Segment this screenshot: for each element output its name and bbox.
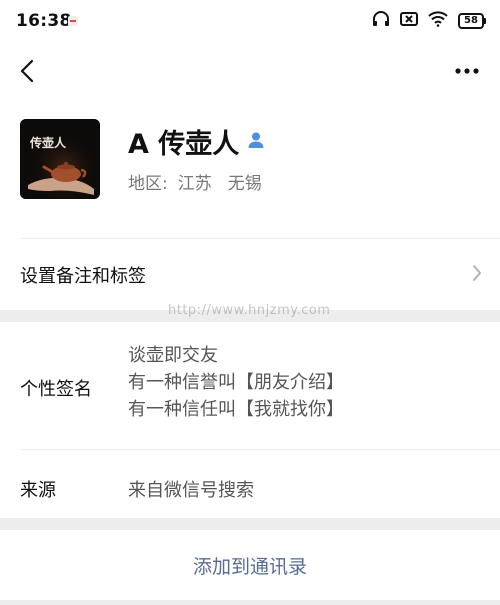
wifi-icon (428, 11, 448, 31)
more-button[interactable] (452, 56, 482, 86)
headphones-icon (372, 11, 390, 31)
add-to-contacts-button[interactable]: 添加到通讯录 (0, 530, 500, 600)
battery-level: 58 (458, 13, 484, 29)
nav-bar (0, 42, 500, 100)
signature-line: 谈壶即交友 (128, 345, 218, 366)
profile-header: 传壶人 A 传壶人 地区: 江苏 无锡 (0, 100, 500, 238)
divider (20, 449, 500, 450)
status-bar: 16:38 58 (0, 0, 500, 42)
status-icons: 58 (372, 11, 486, 31)
source-value: 来自微信号搜索 (128, 480, 254, 501)
divider (20, 238, 500, 239)
region-label: 地区: (128, 174, 168, 194)
avatar[interactable]: 传壶人 (20, 119, 100, 199)
signature-line: 有一种信誉叫【朋友介绍】 (128, 372, 344, 393)
notification-badge-icon (68, 16, 78, 26)
region-row: 地区: 江苏 无锡 (128, 169, 262, 194)
signature-label: 个性签名 (20, 379, 92, 400)
chevron-right-icon (472, 264, 482, 286)
status-time: 16:38 (16, 11, 72, 31)
region-province: 江苏 (177, 174, 212, 194)
details-section: 个性签名 谈壶即交友 有一种信誉叫【朋友介绍】 有一种信任叫【我就找你】 来源 … (0, 322, 500, 518)
signature-text: 谈壶即交友 有一种信誉叫【朋友介绍】 有一种信任叫【我就找你】 (128, 342, 344, 423)
set-remark-label: 设置备注和标签 (20, 266, 146, 287)
watermark: http://www.hnjzmy.com (168, 303, 331, 318)
more-dots-icon (455, 68, 479, 74)
back-button[interactable] (14, 56, 40, 86)
no-sim-icon (400, 11, 418, 31)
signature-line: 有一种信任叫【我就找你】 (128, 399, 344, 420)
contact-person-icon (247, 131, 265, 153)
back-arrow-icon (20, 59, 34, 83)
set-remark-row[interactable]: 设置备注和标签 (0, 238, 500, 310)
avatar-calligraphy: 传壶人 (29, 135, 67, 150)
region-city: 无锡 (227, 174, 262, 194)
battery-icon: 58 (458, 13, 486, 29)
source-label: 来源 (20, 480, 56, 501)
add-to-contacts-label: 添加到通讯录 (192, 555, 307, 578)
contact-name: A 传壶人 (128, 129, 240, 160)
name-row: A 传壶人 (128, 122, 265, 161)
